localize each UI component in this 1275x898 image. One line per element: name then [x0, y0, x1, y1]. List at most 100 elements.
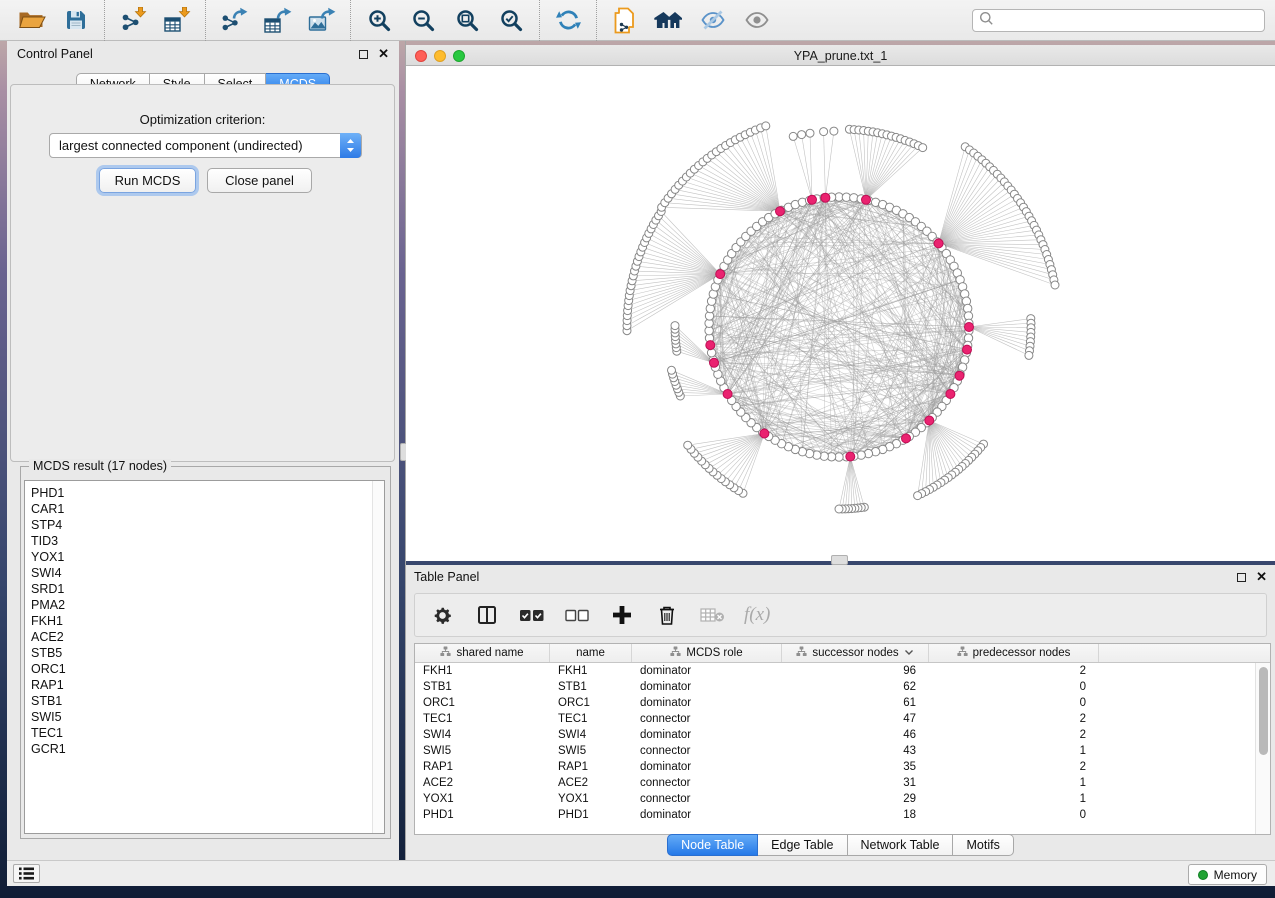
mcds-result-item[interactable]: SWI5	[25, 709, 384, 725]
combo-stepper-icon	[340, 133, 361, 158]
mcds-result-item[interactable]: ORC1	[25, 661, 384, 677]
show-all-icon[interactable]	[741, 4, 773, 36]
mcds-result-item[interactable]: STB5	[25, 645, 384, 661]
mcds-result-item[interactable]: PHD1	[25, 485, 384, 501]
mcds-result-item[interactable]: STB1	[25, 693, 384, 709]
cell-shared-name: STB1	[415, 681, 550, 693]
show-columns-icon[interactable]	[474, 602, 500, 628]
tab-network-table[interactable]: Network Table	[848, 834, 954, 856]
status-bar: Memory	[7, 860, 1275, 886]
network-window-title: YPA_prune.txt_1	[406, 45, 1275, 66]
mcds-result-item[interactable]: ACE2	[25, 629, 384, 645]
memory-status-icon	[1198, 870, 1208, 880]
cell-MCDS-role: connector	[632, 793, 782, 805]
close-panel-button[interactable]: Close panel	[207, 168, 312, 193]
close-panel-icon[interactable]: ✕	[378, 49, 389, 59]
table-row[interactable]: ACE2ACE2connector311	[415, 775, 1255, 791]
import-network-icon[interactable]	[117, 4, 149, 36]
deselect-all-icon[interactable]	[564, 602, 590, 628]
hide-selected-icon[interactable]	[697, 4, 729, 36]
table-row[interactable]: YOX1YOX1connector291	[415, 791, 1255, 807]
mcds-result-list[interactable]: PHD1CAR1STP4TID3YOX1SWI4SRD1PMA2FKH1ACE2…	[24, 480, 385, 834]
mcds-result-item[interactable]: YOX1	[25, 549, 384, 565]
optimization-criterion-select[interactable]: largest connected component (undirected)	[49, 133, 362, 158]
table-row[interactable]: FKH1FKH1dominator962	[415, 663, 1255, 679]
column-header-shared-name[interactable]: shared name	[415, 644, 550, 662]
mcds-result-item[interactable]: PMA2	[25, 597, 384, 613]
table-row[interactable]: RAP1RAP1dominator352	[415, 759, 1255, 775]
tab-motifs[interactable]: Motifs	[953, 834, 1013, 856]
mcds-result-item[interactable]: GCR1	[25, 741, 384, 757]
cell-successor-nodes: 61	[782, 697, 929, 709]
import-table-icon[interactable]	[161, 4, 193, 36]
first-neighbors-icon[interactable]	[653, 4, 685, 36]
zoom-in-icon[interactable]	[363, 4, 395, 36]
network-canvas[interactable]	[406, 66, 1275, 561]
column-header-name[interactable]: name	[550, 644, 632, 662]
mcds-result-item[interactable]: CAR1	[25, 501, 384, 517]
save-session-icon[interactable]	[60, 4, 92, 36]
mcds-result-item[interactable]: RAP1	[25, 677, 384, 693]
mcds-result-item[interactable]: SRD1	[25, 581, 384, 597]
column-header-MCDS-role[interactable]: MCDS role	[632, 644, 782, 662]
network-graph[interactable]	[406, 66, 1275, 561]
table-row[interactable]: ORC1ORC1dominator610	[415, 695, 1255, 711]
mcds-result-item[interactable]: FKH1	[25, 613, 384, 629]
mcds-list-scrollbar[interactable]	[372, 481, 384, 833]
table-row[interactable]: TEC1TEC1connector472	[415, 711, 1255, 727]
table-scrollbar-thumb[interactable]	[1259, 667, 1268, 755]
open-file-icon[interactable]	[16, 4, 48, 36]
table-scrollbar[interactable]	[1255, 663, 1270, 834]
maximize-window-icon[interactable]	[453, 50, 465, 62]
memory-button[interactable]: Memory	[1188, 864, 1267, 885]
task-history-button[interactable]	[13, 864, 40, 883]
column-hierarchy-icon	[957, 646, 968, 660]
control-panel: Control Panel ✕ NetworkStyleSelectMCDS O…	[7, 41, 399, 860]
column-header-predecessor-nodes[interactable]: predecessor nodes	[929, 644, 1099, 662]
delete-table-icon	[699, 602, 725, 628]
close-window-icon[interactable]	[415, 50, 427, 62]
cell-shared-name: RAP1	[415, 761, 550, 773]
select-all-icon[interactable]	[519, 602, 545, 628]
cell-name: FKH1	[550, 665, 632, 677]
table-row[interactable]: STB1STB1dominator620	[415, 679, 1255, 695]
close-table-panel-icon[interactable]: ✕	[1256, 572, 1267, 582]
mcds-result-item[interactable]: TID3	[25, 533, 384, 549]
cell-predecessor-nodes: 2	[929, 729, 1099, 741]
mcds-result-item[interactable]: STP4	[25, 517, 384, 533]
minimize-window-icon[interactable]	[434, 50, 446, 62]
mcds-result-item[interactable]: SWI4	[25, 565, 384, 581]
table-row[interactable]: SWI4SWI4dominator462	[415, 727, 1255, 743]
cell-predecessor-nodes: 1	[929, 745, 1099, 757]
zoom-fit-icon[interactable]	[451, 4, 483, 36]
cell-shared-name: YOX1	[415, 793, 550, 805]
add-icon[interactable]	[609, 602, 635, 628]
cell-MCDS-role: dominator	[632, 809, 782, 821]
tab-edge-table[interactable]: Edge Table	[758, 834, 847, 856]
table-settings-icon[interactable]	[429, 602, 455, 628]
refresh-layout-icon[interactable]	[552, 4, 584, 36]
search-input[interactable]	[994, 10, 1264, 31]
duplicate-network-icon[interactable]	[609, 4, 641, 36]
export-table-icon[interactable]	[262, 4, 294, 36]
tab-node-table[interactable]: Node Table	[667, 834, 758, 856]
cell-name: SWI5	[550, 745, 632, 757]
zoom-selected-icon[interactable]	[495, 4, 527, 36]
mcds-tab-content: Optimization criterion: largest connecte…	[10, 84, 395, 462]
export-network-icon[interactable]	[218, 4, 250, 36]
export-image-icon[interactable]	[306, 4, 338, 36]
float-panel-icon[interactable]	[359, 50, 368, 59]
horizontal-splitter-grip[interactable]	[831, 555, 848, 565]
table-row[interactable]: SWI5SWI5connector431	[415, 743, 1255, 759]
cell-MCDS-role: dominator	[632, 665, 782, 677]
run-mcds-button[interactable]: Run MCDS	[99, 168, 196, 193]
search-box[interactable]	[972, 9, 1265, 32]
zoom-out-icon[interactable]	[407, 4, 439, 36]
delete-icon[interactable]	[654, 602, 680, 628]
cell-shared-name: FKH1	[415, 665, 550, 677]
cell-successor-nodes: 46	[782, 729, 929, 741]
table-row[interactable]: PHD1PHD1dominator180	[415, 807, 1255, 823]
mcds-result-item[interactable]: TEC1	[25, 725, 384, 741]
float-table-panel-icon[interactable]	[1237, 573, 1246, 582]
column-header-successor-nodes[interactable]: successor nodes	[782, 644, 929, 662]
